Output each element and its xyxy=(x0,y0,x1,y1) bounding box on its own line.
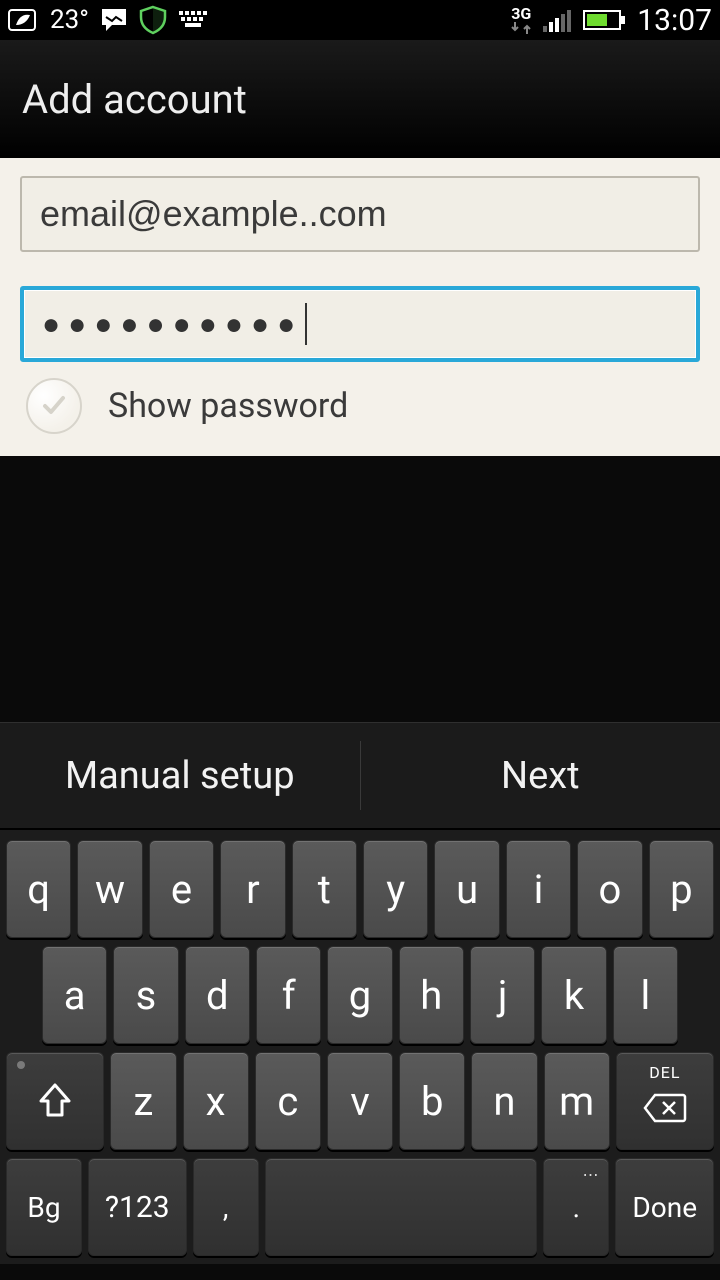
key-r[interactable]: r xyxy=(220,840,285,938)
key-s[interactable]: s xyxy=(113,946,178,1044)
key-i[interactable]: i xyxy=(506,840,571,938)
key-o[interactable]: o xyxy=(577,840,642,938)
eco-icon xyxy=(8,7,40,33)
key-h[interactable]: h xyxy=(399,946,464,1044)
status-bar: 23° 3G 13:07 xyxy=(0,0,720,40)
screen-title-bar: Add account xyxy=(0,40,720,158)
form-area: ●●●●●●●●●● Show password xyxy=(0,158,720,456)
messenger-icon xyxy=(99,5,129,35)
password-field[interactable]: ●●●●●●●●●● xyxy=(20,286,700,362)
signal-icon xyxy=(543,8,573,32)
delete-key[interactable]: DEL xyxy=(616,1052,714,1150)
manual-setup-button[interactable]: Manual setup xyxy=(0,723,360,828)
done-key[interactable]: Done xyxy=(615,1158,714,1256)
key-m[interactable]: m xyxy=(544,1052,610,1150)
clock: 13:07 xyxy=(637,3,712,38)
key-a[interactable]: a xyxy=(42,946,107,1044)
show-password-checkbox[interactable] xyxy=(26,378,82,434)
empty-space xyxy=(0,456,720,722)
shift-icon xyxy=(38,1083,72,1119)
network-3g-icon: 3G xyxy=(509,6,533,34)
keyboard-row-1: q w e r t y u i o p xyxy=(6,840,714,938)
period-alt-icon: ⋯ xyxy=(582,1165,598,1184)
shift-key[interactable] xyxy=(6,1052,104,1150)
key-g[interactable]: g xyxy=(327,946,392,1044)
key-k[interactable]: k xyxy=(541,946,606,1044)
key-d[interactable]: d xyxy=(185,946,250,1044)
key-j[interactable]: j xyxy=(470,946,535,1044)
text-caret xyxy=(305,303,307,345)
screen-title: Add account xyxy=(22,76,247,123)
space-key[interactable] xyxy=(265,1158,537,1256)
key-u[interactable]: u xyxy=(434,840,499,938)
key-w[interactable]: w xyxy=(77,840,142,938)
period-key[interactable]: ⋯ . xyxy=(543,1158,609,1256)
battery-icon xyxy=(583,8,627,32)
keyboard-row-3: z x c v b n m DEL xyxy=(6,1052,714,1150)
key-c[interactable]: c xyxy=(255,1052,321,1150)
keyboard-row-2: a s d f g h j k l xyxy=(6,946,714,1044)
comma-key[interactable]: , xyxy=(193,1158,259,1256)
next-button[interactable]: Next xyxy=(361,723,720,828)
action-bar: Manual setup Next xyxy=(0,722,720,830)
email-field[interactable] xyxy=(20,176,700,252)
key-z[interactable]: z xyxy=(110,1052,176,1150)
key-y[interactable]: y xyxy=(363,840,428,938)
password-mask: ●●●●●●●●●● xyxy=(42,307,303,342)
key-p[interactable]: p xyxy=(649,840,714,938)
key-l[interactable]: l xyxy=(613,946,678,1044)
key-e[interactable]: e xyxy=(149,840,214,938)
language-key[interactable]: Bg xyxy=(6,1158,82,1256)
backspace-icon xyxy=(643,1093,687,1123)
key-b[interactable]: b xyxy=(399,1052,465,1150)
temperature: 23° xyxy=(50,5,89,35)
shield-icon xyxy=(139,5,167,35)
key-n[interactable]: n xyxy=(471,1052,537,1150)
show-password-row[interactable]: Show password xyxy=(20,362,700,444)
symbols-key[interactable]: ?123 xyxy=(88,1158,187,1256)
key-x[interactable]: x xyxy=(183,1052,249,1150)
shift-indicator-dot xyxy=(17,1061,25,1069)
delete-label: DEL xyxy=(617,1063,713,1082)
show-password-label: Show password xyxy=(108,386,348,426)
soft-keyboard: q w e r t y u i o p a s d f g h j k l z … xyxy=(0,830,720,1264)
key-v[interactable]: v xyxy=(327,1052,393,1150)
key-t[interactable]: t xyxy=(292,840,357,938)
key-q[interactable]: q xyxy=(6,840,71,938)
keyboard-indicator-icon xyxy=(177,9,211,31)
keyboard-row-4: Bg ?123 , ⋯ . Done xyxy=(6,1158,714,1256)
key-f[interactable]: f xyxy=(256,946,321,1044)
